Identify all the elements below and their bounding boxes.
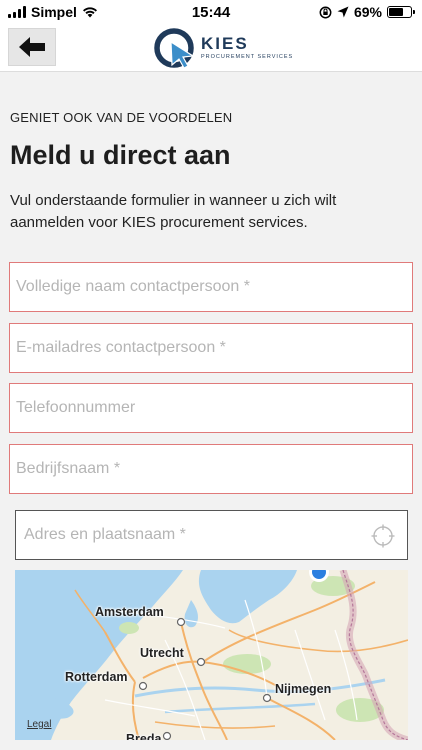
back-button[interactable] bbox=[8, 28, 56, 66]
phone-input[interactable] bbox=[10, 384, 412, 432]
battery-icon bbox=[387, 6, 415, 18]
logo-subtitle: PROCUREMENT SERVICES bbox=[201, 54, 294, 61]
logo-text: KIES PROCUREMENT SERVICES bbox=[201, 35, 293, 61]
city-label: Nijmegen bbox=[275, 682, 332, 696]
map-legal-link[interactable]: Legal bbox=[27, 719, 51, 730]
map-tiles bbox=[15, 570, 408, 740]
company-input[interactable] bbox=[10, 445, 412, 493]
address-field[interactable] bbox=[15, 510, 408, 560]
name-input[interactable] bbox=[10, 263, 412, 311]
logo-mark-icon bbox=[154, 28, 195, 69]
page-title: Meld u direct aan bbox=[10, 140, 231, 170]
location-map[interactable]: Amsterdam Utrecht Rotterdam Nijmegen Bre… bbox=[15, 570, 408, 740]
intro-text: Vul onderstaande formulier in wanneer u … bbox=[10, 192, 337, 231]
logo-name: KIES bbox=[201, 34, 249, 54]
location-arrow-icon bbox=[337, 6, 349, 18]
status-right: 69% bbox=[319, 4, 415, 20]
crosshair-icon[interactable] bbox=[371, 524, 395, 548]
city-label: Utrecht bbox=[140, 646, 184, 660]
arrow-left-icon bbox=[19, 37, 45, 57]
battery-fill bbox=[389, 8, 404, 16]
kies-logo: KIES PROCUREMENT SERVICES bbox=[153, 26, 293, 70]
name-field[interactable] bbox=[9, 262, 413, 312]
city-label: Amsterdam bbox=[95, 605, 164, 619]
city-label: Breda bbox=[126, 732, 162, 740]
phone-field[interactable] bbox=[9, 383, 413, 433]
app-header: KIES PROCUREMENT SERVICES bbox=[0, 24, 422, 72]
company-field[interactable] bbox=[9, 444, 413, 494]
address-input[interactable] bbox=[16, 511, 407, 559]
city-label: Rotterdam bbox=[65, 670, 128, 684]
email-field[interactable] bbox=[9, 323, 413, 373]
email-input[interactable] bbox=[10, 324, 412, 372]
status-bar: Simpel 15:44 69% bbox=[0, 0, 422, 24]
rotation-lock-icon bbox=[319, 6, 332, 18]
battery-percent: 69% bbox=[353, 4, 382, 20]
eyebrow-text: GENIET OOK VAN DE VOORDELEN bbox=[10, 110, 233, 125]
